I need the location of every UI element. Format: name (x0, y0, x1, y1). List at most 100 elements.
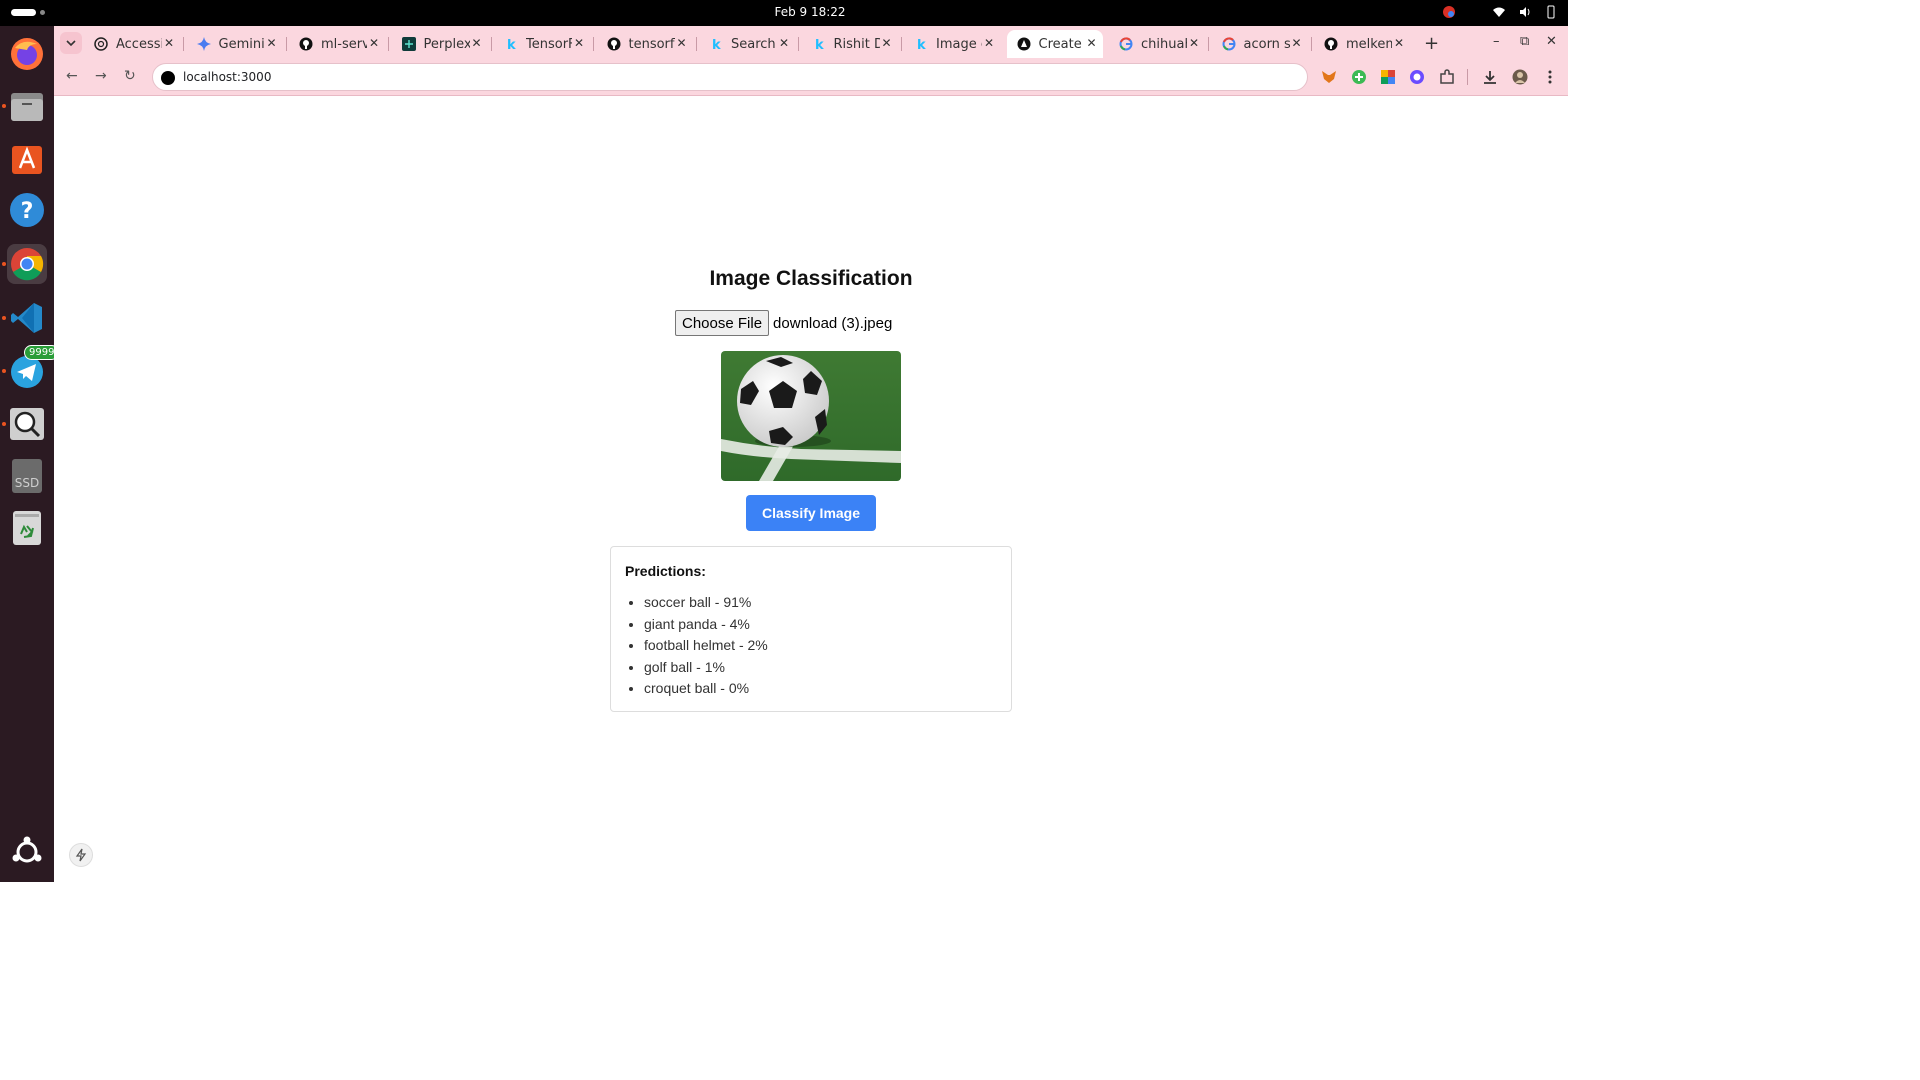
file-input[interactable]: Choose File download (3).jpeg (675, 310, 892, 336)
browser-tab[interactable]: chihuah✕ (1109, 30, 1205, 58)
show-apps-icon[interactable] (7, 832, 47, 872)
browser-tab[interactable]: Perplexi✕ (392, 30, 488, 58)
firefox-icon[interactable] (7, 34, 47, 74)
reload-icon[interactable]: ↻ (124, 68, 136, 84)
files-running-dot (2, 104, 6, 108)
tab-title: ml-servi (321, 36, 367, 52)
prediction-item: croquet ball - 0% (644, 678, 768, 700)
browser-tab[interactable]: acorn sc✕ (1212, 30, 1308, 58)
github-icon (299, 37, 313, 51)
forward-icon[interactable]: → (95, 68, 107, 84)
app-center-icon[interactable] (7, 138, 47, 178)
close-tab-icon[interactable]: ✕ (1189, 36, 1199, 50)
profile-avatar-icon[interactable] (1512, 69, 1528, 85)
extension-circle-icon[interactable] (1409, 69, 1425, 85)
download-icon[interactable] (1482, 69, 1498, 85)
back-icon[interactable]: ← (66, 68, 78, 84)
predictions-title: Predictions: (625, 563, 706, 579)
extension-colorful-icon[interactable] (1380, 69, 1396, 85)
tab-title: Accessin (116, 36, 162, 52)
extensions-puzzle-icon[interactable] (1439, 69, 1455, 85)
choose-file-button[interactable]: Choose File (675, 310, 770, 336)
trash-icon[interactable] (7, 508, 47, 548)
battery-icon[interactable] (1544, 5, 1558, 19)
close-tab-icon[interactable]: ✕ (676, 36, 686, 50)
close-tab-icon[interactable]: ✕ (266, 36, 276, 50)
close-tab-icon[interactable]: ✕ (471, 36, 481, 50)
system-tray[interactable] (1442, 5, 1558, 19)
minimize-icon[interactable]: – (1493, 34, 1500, 49)
svg-text:k: k (507, 38, 516, 51)
tab-title: TensorF (526, 36, 572, 52)
restore-icon[interactable]: ⧉ (1520, 34, 1529, 49)
browser-tab[interactable]: k Image c✕ (904, 30, 1000, 58)
kaggle-icon: k (914, 37, 928, 53)
url-text[interactable]: localhost:3000 (183, 70, 271, 84)
prediction-item: football helmet - 2% (644, 635, 768, 657)
vscode-icon[interactable] (7, 298, 47, 338)
telegram-icon[interactable]: 9999 (7, 345, 60, 392)
close-tab-icon[interactable]: ✕ (779, 36, 789, 50)
tab-separator (798, 37, 799, 51)
close-tab-icon[interactable]: ✕ (1394, 36, 1404, 50)
browser-tab[interactable]: melkem ✕ (1314, 30, 1410, 58)
classify-image-button[interactable]: Classify Image (746, 495, 876, 531)
dock: ? 9999 SSD (0, 26, 60, 882)
gemini-icon (196, 37, 211, 51)
lightning-icon[interactable] (69, 843, 93, 867)
openai-icon (94, 37, 108, 51)
tab-title: Create I (1038, 36, 1085, 52)
tab-title: Rishit D (833, 36, 880, 52)
wifi-icon[interactable] (1492, 5, 1506, 19)
tab-separator (1208, 37, 1209, 51)
kaggle-icon: k (504, 37, 518, 53)
more-menu-icon[interactable] (1542, 69, 1558, 85)
search-icon[interactable] (7, 404, 47, 444)
help-icon[interactable]: ? (7, 190, 47, 230)
browser-tab[interactable]: Gemini ✕ (187, 30, 283, 58)
metamask-icon[interactable] (1321, 69, 1337, 85)
browser-tab[interactable]: Create I✕ (1006, 30, 1103, 58)
github-icon (607, 37, 621, 51)
prediction-item: golf ball - 1% (644, 657, 768, 679)
close-window-icon[interactable]: ✕ (1546, 34, 1557, 49)
site-info-icon[interactable] (161, 71, 175, 85)
system-clock[interactable]: Feb 9 18:22 (0, 5, 1620, 19)
vscode-running-dot (2, 316, 6, 320)
chrome-icon[interactable] (7, 244, 47, 284)
selected-file-name: download (3).jpeg (773, 314, 893, 332)
tab-search-button[interactable] (60, 32, 82, 54)
volume-icon[interactable] (1518, 5, 1532, 19)
close-tab-icon[interactable]: ✕ (1291, 36, 1301, 50)
tab-separator (1310, 37, 1312, 51)
extension-green-icon[interactable] (1351, 69, 1367, 85)
close-tab-icon[interactable]: ✕ (164, 36, 174, 50)
files-icon[interactable] (7, 86, 47, 126)
system-top-bar: Feb 9 18:22 (0, 0, 1568, 26)
browser-tab[interactable]: Accessin✕ (84, 30, 180, 58)
svg-text:k: k (815, 38, 824, 51)
tab-separator (388, 37, 389, 51)
browser-tab[interactable]: k Rishit D ✕ (802, 30, 898, 58)
close-tab-icon[interactable]: ✕ (369, 36, 379, 50)
tab-title: Gemini (218, 36, 265, 52)
nextjs-icon (1017, 37, 1031, 51)
close-tab-icon[interactable]: ✕ (881, 36, 891, 50)
google-icon (1119, 37, 1133, 51)
google-icon (1222, 37, 1236, 51)
browser-tab[interactable]: ml-servi✕ (289, 30, 385, 58)
browser-toolbar: ← → ↻ localhost:3000 (54, 58, 1568, 96)
new-tab-icon[interactable]: + (1424, 33, 1439, 54)
soccer-ball-image (721, 351, 901, 481)
browser-tab[interactable]: k TensorF ✕ (494, 30, 590, 58)
close-tab-icon[interactable]: ✕ (984, 36, 994, 50)
address-bar[interactable]: localhost:3000 (152, 63, 1308, 91)
recording-icon[interactable] (1442, 5, 1456, 19)
browser-tab[interactable]: tensorfl ✕ (597, 30, 693, 58)
ssd-drive-icon[interactable]: SSD (7, 456, 47, 496)
close-tab-icon[interactable]: ✕ (1086, 36, 1096, 50)
close-tab-icon[interactable]: ✕ (574, 36, 584, 50)
svg-text:k: k (917, 38, 926, 51)
browser-tab[interactable]: k Search |✕ (699, 30, 795, 58)
tab-title: Image c (936, 36, 982, 52)
